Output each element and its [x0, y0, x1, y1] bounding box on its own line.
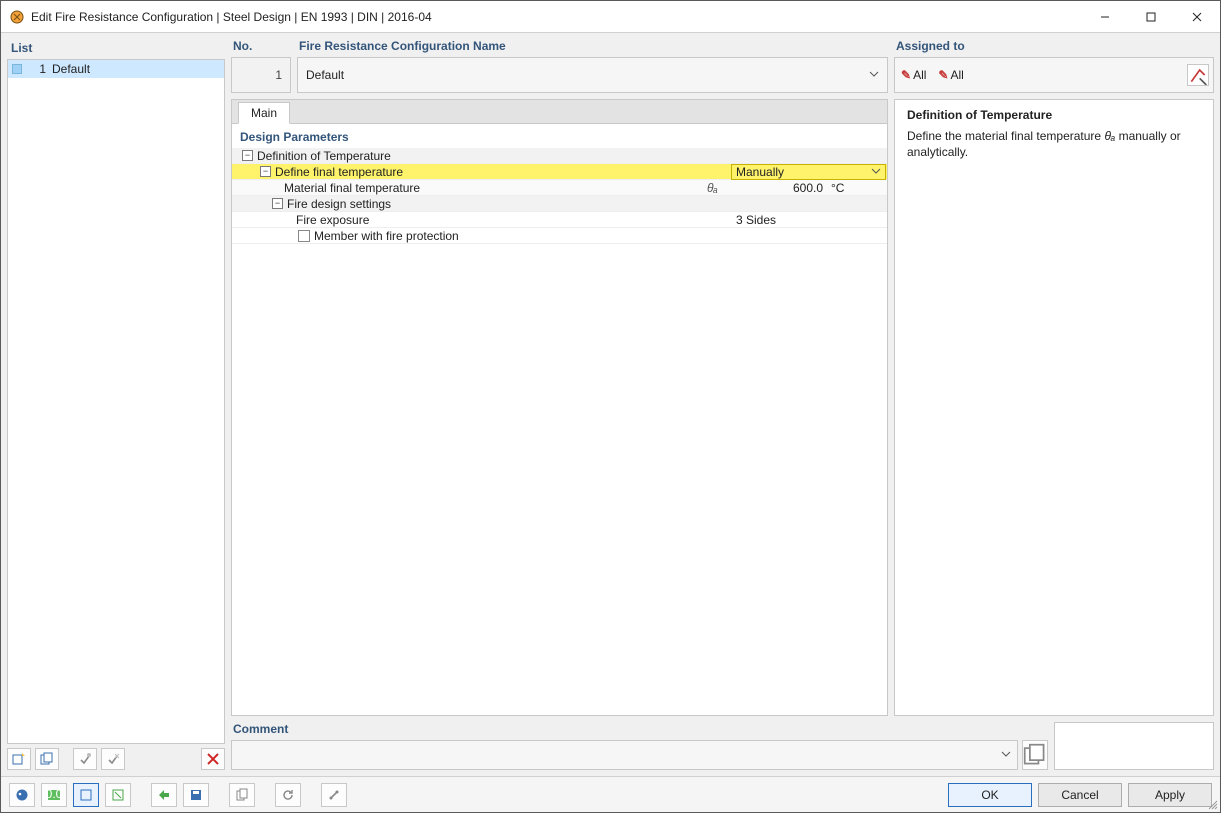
footer: 0.0 OK Cancel Apply	[1, 776, 1220, 812]
ok-button[interactable]: OK	[948, 783, 1032, 807]
tabbar: Main	[231, 99, 888, 123]
maximize-button[interactable]	[1128, 1, 1174, 33]
unit-cell: °C	[827, 181, 887, 195]
tree-group-definition-of-temperature[interactable]: − Definition of Temperature	[232, 148, 887, 164]
tree-row-fire-exposure[interactable]: Fire exposure 3 Sides	[232, 212, 887, 228]
params-header: Design Parameters	[232, 124, 887, 148]
exclude-button[interactable]	[101, 748, 125, 770]
tree-row-label: Fire exposure	[296, 213, 369, 227]
member-set-icon: ✎	[938, 68, 948, 82]
assigned-label: Assigned to	[894, 39, 1214, 57]
tree-row-label: Member with fire protection	[314, 229, 459, 243]
info-title: Definition of Temperature	[907, 108, 1201, 122]
chevron-down-icon	[871, 165, 881, 179]
assigned-input[interactable]: ✎All ✎All	[894, 57, 1214, 93]
define-final-temperature-select[interactable]: Manually	[731, 164, 886, 180]
name-field: Fire Resistance Configuration Name Defau…	[297, 39, 888, 93]
list-item-label: Default	[52, 62, 90, 76]
reset-button[interactable]	[275, 783, 301, 807]
list-header: List	[7, 39, 225, 59]
new-item-button[interactable]	[7, 748, 31, 770]
select-value: Manually	[736, 165, 784, 179]
symbol-cell: θₐ	[703, 181, 751, 195]
tab-main-label: Main	[251, 106, 277, 120]
save-config-button[interactable]	[183, 783, 209, 807]
assigned-item: ✎All	[938, 68, 963, 82]
tree-row-define-final-temperature[interactable]: − Define final temperature Manually	[232, 164, 887, 180]
comment-field: Comment	[231, 722, 1048, 770]
view-toggle-button[interactable]	[73, 783, 99, 807]
assigned-field: Assigned to ✎All ✎All	[894, 39, 1214, 93]
export-button[interactable]	[151, 783, 177, 807]
list-item-number: 1	[28, 62, 46, 76]
name-value: Default	[306, 68, 344, 82]
comment-label: Comment	[231, 722, 1048, 740]
select-in-view-button[interactable]	[105, 783, 131, 807]
comment-input[interactable]	[231, 740, 1018, 770]
info-text: Define the material final temperature θₐ…	[907, 128, 1201, 160]
preview-box	[1054, 722, 1214, 770]
list-item[interactable]: 1 Default	[8, 60, 224, 78]
chevron-down-icon	[869, 68, 879, 82]
color-swatch-icon	[12, 64, 22, 74]
list-toolbar	[7, 744, 225, 770]
value-cell[interactable]: 600.0	[751, 181, 827, 195]
no-label: No.	[231, 39, 291, 57]
tree-group-fire-design-settings[interactable]: − Fire design settings	[232, 196, 887, 212]
tree-row-material-final-temperature[interactable]: Material final temperature θₐ 600.0 °C	[232, 180, 887, 196]
copy-item-button[interactable]	[35, 748, 59, 770]
chevron-down-icon	[1001, 748, 1011, 762]
tree-row-member-with-fire-protection[interactable]: Member with fire protection	[232, 228, 887, 244]
delete-item-button[interactable]	[201, 748, 225, 770]
no-field: No. 1	[231, 39, 291, 93]
name-label: Fire Resistance Configuration Name	[297, 39, 888, 57]
comment-pick-button[interactable]	[1022, 740, 1048, 770]
collapse-icon[interactable]: −	[272, 198, 283, 209]
params-tree: − Definition of Temperature − Define fin…	[232, 148, 887, 244]
cancel-button[interactable]: Cancel	[1038, 783, 1122, 807]
tree-row-label: Define final temperature	[275, 165, 403, 179]
copy-config-button[interactable]	[229, 783, 255, 807]
name-input[interactable]: Default	[297, 57, 888, 93]
window-title: Edit Fire Resistance Configuration | Ste…	[31, 10, 1082, 24]
close-button[interactable]	[1174, 1, 1220, 33]
tree-row-label: Material final temperature	[284, 181, 420, 195]
tab-main[interactable]: Main	[238, 102, 290, 124]
info-panel: Definition of Temperature Define the mat…	[894, 99, 1214, 716]
collapse-icon[interactable]: −	[260, 166, 271, 177]
minimize-button[interactable]	[1082, 1, 1128, 33]
params-panel: Design Parameters − Definition of Temper…	[231, 123, 888, 716]
units-button[interactable]: 0.0	[41, 783, 67, 807]
member-icon: ✎	[901, 68, 911, 82]
pick-in-view-button[interactable]	[1187, 64, 1209, 86]
tree-group-label: Fire design settings	[287, 197, 391, 211]
settings-button[interactable]	[321, 783, 347, 807]
list-box[interactable]: 1 Default	[7, 59, 225, 744]
checkbox[interactable]	[298, 230, 310, 242]
no-input[interactable]: 1	[231, 57, 291, 93]
tree-group-label: Definition of Temperature	[257, 149, 391, 163]
apply-button[interactable]: Apply	[1128, 783, 1212, 807]
titlebar: Edit Fire Resistance Configuration | Ste…	[1, 1, 1220, 33]
app-icon	[9, 9, 25, 25]
svg-text:0.0: 0.0	[47, 788, 61, 801]
collapse-icon[interactable]: −	[242, 150, 253, 161]
list-panel: List 1 Default	[7, 39, 225, 770]
resize-grip-icon[interactable]	[1208, 800, 1218, 810]
no-value: 1	[275, 68, 282, 82]
fire-exposure-value[interactable]: 3 Sides	[732, 213, 887, 227]
include-button[interactable]	[73, 748, 97, 770]
help-button[interactable]	[9, 783, 35, 807]
assigned-item: ✎All	[901, 68, 926, 82]
